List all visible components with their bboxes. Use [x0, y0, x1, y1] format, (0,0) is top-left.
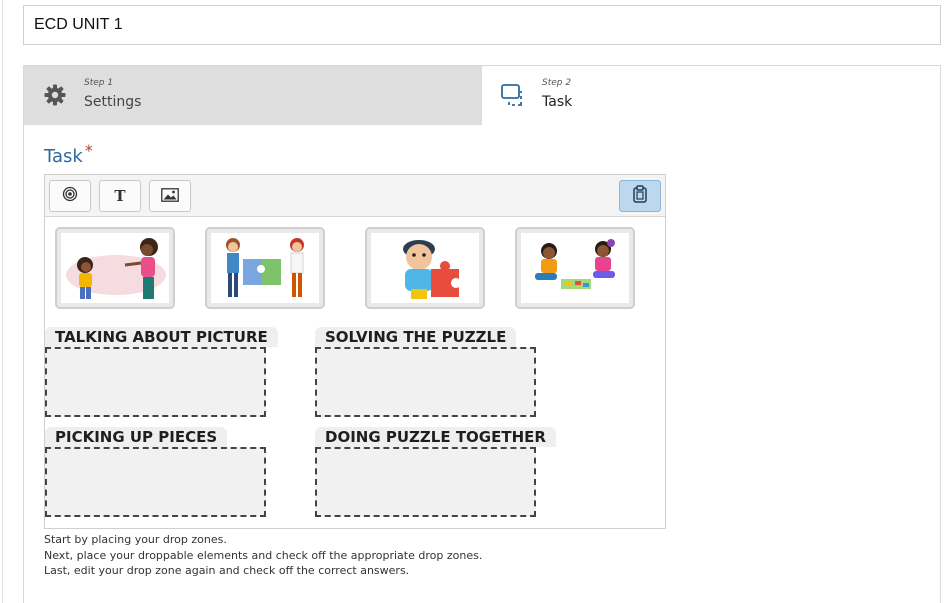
- drop-zone-label: PICKING UP PIECES: [45, 427, 228, 447]
- child-with-puzzle-piece-image: [371, 233, 479, 303]
- drop-zone-area[interactable]: [45, 447, 266, 517]
- wizard-panel: Step 1 Settings Step 2 Task Task * T TAL…: [23, 65, 941, 603]
- drag-drop-icon: [500, 82, 526, 108]
- wizard-steps: Step 1 Settings Step 2 Task: [24, 66, 940, 125]
- step-label: Settings: [84, 94, 142, 110]
- draggable-image-2[interactable]: [205, 227, 325, 309]
- task-heading: Task *: [44, 141, 93, 167]
- drop-zone-area[interactable]: [315, 447, 536, 517]
- drop-zone-3[interactable]: PICKING UP PIECES: [45, 427, 266, 517]
- drop-zone-4[interactable]: DOING PUZZLE TOGETHER: [315, 427, 556, 517]
- add-drop-zone-button[interactable]: [49, 180, 91, 212]
- drop-zone-area[interactable]: [45, 347, 266, 417]
- step-kicker: Step 2: [542, 78, 572, 88]
- text-icon: T: [114, 187, 126, 205]
- children-playing-puzzle-image: [521, 233, 629, 303]
- drop-zone-label: SOLVING THE PUZZLE: [315, 327, 517, 347]
- editor-toolbar: T: [45, 175, 665, 217]
- draggable-image-1[interactable]: [55, 227, 175, 309]
- drop-zone-label: DOING PUZZLE TOGETHER: [315, 427, 556, 447]
- add-text-button[interactable]: T: [99, 180, 141, 212]
- step-kicker: Step 1: [84, 78, 114, 88]
- paste-icon: [632, 185, 648, 207]
- page-left-border: [2, 0, 3, 603]
- drop-zone-icon: [62, 186, 78, 206]
- draggable-image-3[interactable]: [365, 227, 485, 309]
- tab-task[interactable]: Step 2 Task: [482, 66, 940, 125]
- drop-zone-area[interactable]: [315, 347, 536, 417]
- drag-drop-editor: T TALKING ABOUT PICTURE SOLVING THE PUZZ…: [44, 174, 666, 529]
- gear-icon: [42, 82, 68, 108]
- draggable-image-4[interactable]: [515, 227, 635, 309]
- add-image-button[interactable]: [149, 180, 191, 212]
- required-mark: *: [84, 141, 93, 160]
- task-heading-text: Task: [44, 146, 83, 167]
- editor-canvas[interactable]: TALKING ABOUT PICTURE SOLVING THE PUZZLE…: [45, 217, 665, 528]
- instruction-line: Start by placing your drop zones.: [44, 533, 227, 546]
- drop-zone-2[interactable]: SOLVING THE PUZZLE: [315, 327, 536, 417]
- paste-button[interactable]: [619, 180, 661, 212]
- teacher-child-talking-image: [61, 233, 169, 303]
- instruction-line: Next, place your droppable elements and …: [44, 548, 483, 562]
- instruction-line: Last, edit your drop zone again and chec…: [44, 564, 410, 577]
- tab-settings[interactable]: Step 1 Settings: [24, 66, 482, 125]
- drop-zone-1[interactable]: TALKING ABOUT PICTURE: [45, 327, 278, 417]
- children-holding-puzzle-image: [211, 233, 319, 303]
- title-input[interactable]: ECD UNIT 1: [23, 5, 941, 45]
- step-label: Task: [542, 94, 573, 110]
- image-icon: [161, 187, 179, 206]
- page: ECD UNIT 1 Step 1 Settings Step 2 Task T…: [0, 0, 944, 603]
- instructions: Start by placing your drop zones. Next, …: [44, 532, 482, 579]
- drop-zone-label: TALKING ABOUT PICTURE: [45, 327, 278, 347]
